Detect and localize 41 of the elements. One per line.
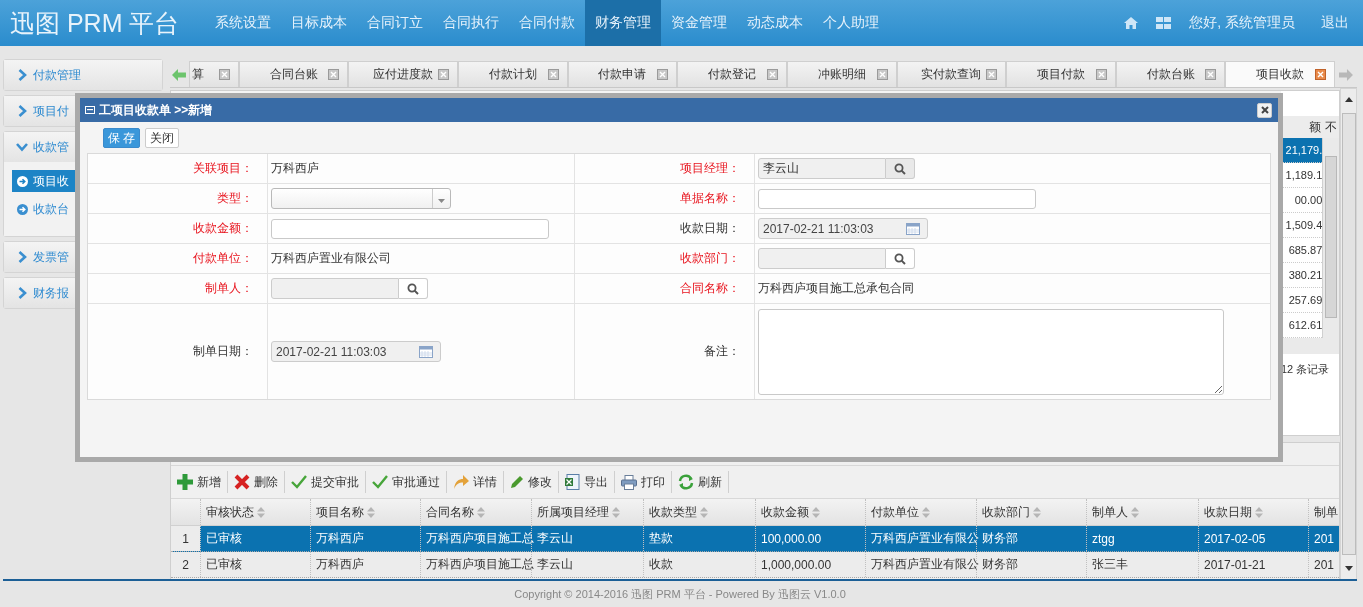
sidebar-group-label: 发票管 [33,248,69,266]
sidebar-group-label: 财务报 [33,284,69,302]
copyright-text: Copyright © 2014-2016 迅图 PRM 平台 - Powered By 迅图云 V1.0.0 [514,588,846,600]
field-label: 收款日期： [575,214,755,243]
row-number: 2 [181,557,190,572]
field-label: 付款单位： [88,244,268,273]
field-value: 万科西庐 [271,160,319,177]
dialog-title: 工项目收款单 >>新增 [99,101,213,119]
sidebar-group-label: 付款管理 [33,66,81,84]
table-cell: 已审核 [200,552,310,577]
table-cell: 万科西庐 [310,526,420,551]
field-label: 合同名称： [575,274,755,303]
field-value: 万科西庐置业有限公司 [271,250,391,267]
table-cell: 201 [1308,526,1338,551]
field-label: 项目经理： [575,154,755,183]
table-cell: 2017-01-21 [1198,552,1308,577]
table-cell: 201 [1308,552,1338,577]
field-label: 制单人： [88,274,268,303]
field-label: 收款部门： [575,244,755,273]
field-label: 收款金额： [88,214,268,243]
user-greeting: 您好, 系统管理员 [1189,14,1295,32]
field-label: 备注： [575,304,755,399]
table-cell: 张三丰 [1086,552,1198,577]
sidebar-group-label: 项目付 [33,102,69,120]
field-value: 万科西庐项目施工总承包合同 [758,280,914,297]
table-cell: ztgg [1086,526,1198,551]
field-label: 类型： [88,184,268,213]
table-cell: 垫款 [643,526,755,551]
table-cell: 已审核 [200,526,310,551]
app-logo: 迅图 PRM 平台 [9,7,181,39]
table-cell: 2017-02-05 [1198,526,1308,551]
table-cell: 1,000,000.00 [755,552,865,577]
field-label: 关联项目： [88,154,268,183]
field-label: 单据名称： [575,184,755,213]
field-label: 制单日期： [88,304,268,399]
row-number: 1 [171,526,200,551]
table-cell: 100,000.00 [755,526,865,551]
table-cell: 万科西庐 [310,552,420,577]
table-cell: 21,179. [1281,138,1323,163]
table-cell: 收款 [643,552,755,577]
sidebar-group-label: 收款管 [33,138,69,156]
